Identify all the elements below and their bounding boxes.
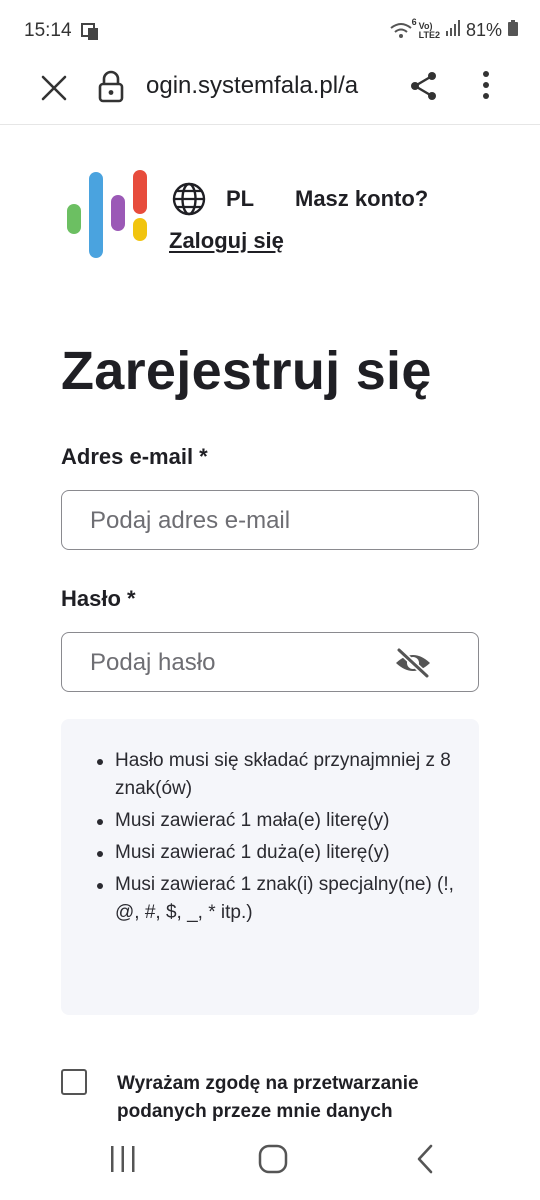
home-icon[interactable]	[258, 1144, 288, 1179]
requirement-item: Hasło musi się składać przynajmniej z 8 …	[97, 747, 457, 803]
language-selector[interactable]: PL	[226, 186, 254, 212]
status-indicators: 6 Vo) LTE2 81%	[389, 17, 518, 41]
page-title: Zarejestruj się	[61, 341, 432, 401]
battery-icon	[508, 20, 518, 41]
password-requirements: Hasło musi się składać przynajmniej z 8 …	[61, 719, 479, 1015]
status-bar: 15:14 6 Vo) LTE2 81%	[0, 0, 540, 62]
password-field-container	[61, 632, 479, 693]
requirements-list: Hasło musi się składać przynajmniej z 8 …	[97, 747, 457, 931]
status-time: 15:14	[24, 20, 72, 41]
share-icon[interactable]	[408, 70, 440, 107]
battery-percent: 81%	[465, 20, 502, 40]
consent-checkbox[interactable]	[61, 1069, 87, 1095]
globe-icon[interactable]	[172, 182, 206, 221]
account-question: Masz konto?	[295, 186, 429, 211]
email-field-container	[61, 490, 479, 551]
notification-icon	[80, 22, 100, 47]
requirement-item: Musi zawierać 1 duża(e) literę(y)	[97, 839, 457, 867]
logo	[66, 170, 156, 265]
browser-toolbar: ogin.systemfala.pl/a	[0, 62, 540, 125]
signal-icon	[445, 20, 460, 41]
wifi-icon: 6	[389, 17, 417, 41]
login-link[interactable]: Zaloguj się	[169, 228, 284, 254]
back-icon[interactable]	[414, 1144, 436, 1179]
recents-icon[interactable]	[108, 1146, 138, 1177]
password-field[interactable]	[88, 633, 392, 693]
requirement-item: Musi zawierać 1 mała(e) literę(y)	[97, 807, 457, 835]
requirement-item: Musi zawierać 1 znak(i) specjalny(ne) (!…	[97, 871, 457, 927]
volte-indicator: Vo) LTE2	[418, 21, 440, 40]
close-icon[interactable]	[38, 72, 70, 104]
consent-label: Wyrażam zgodę na przetwarzanie podanych …	[117, 1073, 419, 1122]
lte-label: LTE2	[418, 29, 440, 40]
password-label: Hasło *	[61, 586, 136, 611]
email-field[interactable]	[88, 491, 392, 551]
more-vert-icon[interactable]	[472, 70, 500, 107]
url-field[interactable]: ogin.systemfala.pl/a	[146, 72, 384, 100]
email-label: Adres e-mail *	[61, 444, 208, 469]
lock-icon[interactable]	[96, 70, 126, 109]
system-nav-bar	[0, 1122, 540, 1200]
eye-off-icon[interactable]	[394, 647, 432, 684]
wifi-label: 6	[411, 16, 417, 27]
